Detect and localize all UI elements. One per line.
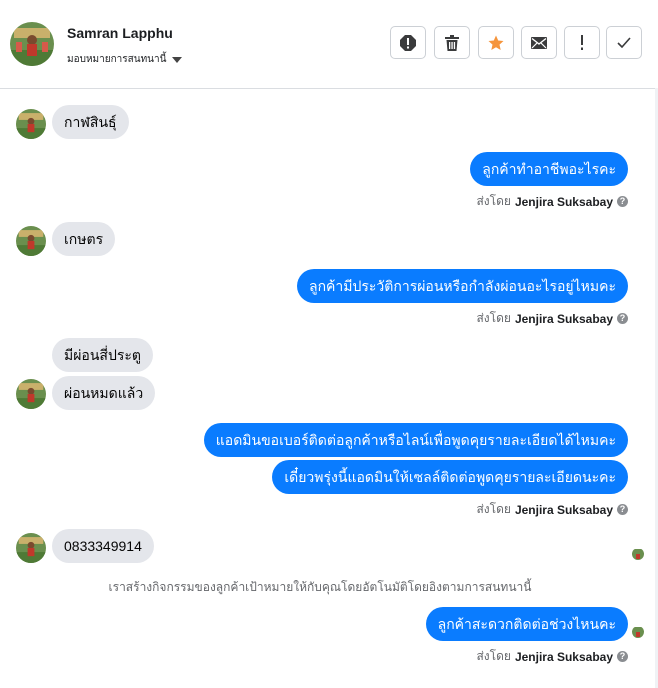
chevron-down-icon xyxy=(172,56,183,63)
delete-button[interactable] xyxy=(434,26,470,59)
outgoing-message[interactable]: แอดมินขอเบอร์ติดต่อลูกค้าหรือไลน์เพื่อพู… xyxy=(203,423,628,457)
help-icon[interactable]: ? xyxy=(617,196,628,207)
mark-spam-button[interactable] xyxy=(390,26,426,59)
follow-up-button[interactable] xyxy=(564,26,600,59)
mark-unread-button[interactable] xyxy=(521,26,557,59)
incoming-message[interactable]: ผ่อนหมดแล้ว xyxy=(52,376,156,410)
outgoing-message[interactable]: ลูกค้ามีประวัติการผ่อนหรือกำลังผ่อนอะไรอ… xyxy=(296,269,628,303)
sent-by-agent: Jenjira Suksabay xyxy=(514,649,613,664)
conversation-header: Samran Lapphu มอบหมายการสนทนานี้ xyxy=(0,0,658,89)
contact-avatar-small xyxy=(16,379,46,409)
assign-conversation-dropdown[interactable]: มอบหมายการสนทนานี้ xyxy=(67,52,183,67)
automated-activity-notice: เราสร้างกิจกรรมของลูกค้าเป้าหมายให้กับคุ… xyxy=(108,580,532,594)
sent-by-label: ส่งโดย Jenjira Suksabay ? xyxy=(476,647,628,666)
contact-name: Samran Lapphu xyxy=(67,25,173,41)
sent-by-agent: Jenjira Suksabay xyxy=(514,194,613,209)
incoming-message[interactable]: มีผ่อนสี่ประตู xyxy=(52,338,153,372)
help-icon[interactable]: ? xyxy=(617,651,628,662)
contact-avatar-small xyxy=(16,533,46,563)
sent-by-prefix: ส่งโดย xyxy=(476,194,511,208)
scrolled-off-text xyxy=(524,80,614,88)
outgoing-message[interactable]: ลูกค้าสะดวกติดต่อช่วงไหนคะ xyxy=(425,607,628,641)
trash-icon xyxy=(445,34,459,51)
star-icon xyxy=(488,35,504,50)
sent-by-agent: Jenjira Suksabay xyxy=(514,502,613,517)
mark-done-button[interactable] xyxy=(606,26,642,59)
incoming-message[interactable]: เกษตร xyxy=(52,222,116,256)
exclamation-icon xyxy=(581,35,583,50)
sent-by-prefix: ส่งโดย xyxy=(476,311,511,325)
read-receipt-avatar xyxy=(632,548,644,560)
sent-by-label: ส่งโดย Jenjira Suksabay ? xyxy=(476,500,628,519)
sent-by-label: ส่งโดย Jenjira Suksabay ? xyxy=(476,309,628,328)
help-icon[interactable]: ? xyxy=(617,313,628,324)
outgoing-message[interactable]: ลูกค้าทำอาชีพอะไรคะ xyxy=(470,152,628,186)
contact-avatar-small xyxy=(16,109,46,139)
help-icon[interactable]: ? xyxy=(617,504,628,515)
sent-by-label: ส่งโดย Jenjira Suksabay ? xyxy=(476,192,628,211)
outgoing-message[interactable]: เดี๋ยวพรุ่งนี้แอดมินให้เซลล์ติดต่อพูดคุย… xyxy=(272,460,628,494)
spam-icon xyxy=(400,34,416,51)
sent-by-prefix: ส่งโดย xyxy=(476,502,511,516)
mail-icon xyxy=(531,36,547,49)
check-icon xyxy=(617,37,631,48)
incoming-message[interactable]: 0833349914 xyxy=(52,529,154,563)
read-receipt-avatar xyxy=(632,626,644,638)
sent-by-prefix: ส่งโดย xyxy=(476,649,511,663)
star-button[interactable] xyxy=(478,26,514,59)
contact-avatar-small xyxy=(16,226,46,256)
incoming-message[interactable]: กาฬสินธุ์ xyxy=(52,105,129,139)
contact-avatar[interactable] xyxy=(10,22,54,66)
sent-by-agent: Jenjira Suksabay xyxy=(514,311,613,326)
assign-label: มอบหมายการสนทนานี้ xyxy=(67,54,167,65)
